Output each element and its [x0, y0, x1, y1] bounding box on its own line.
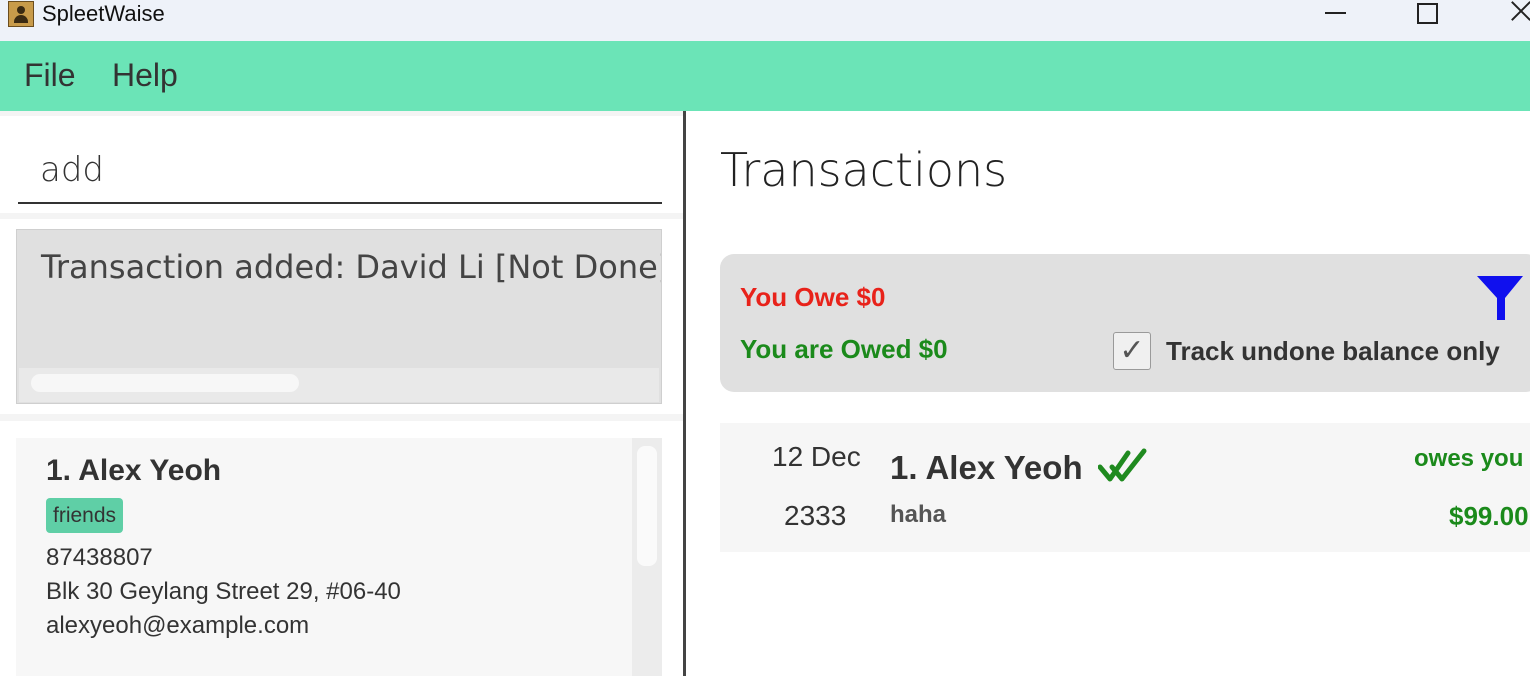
result-display-container: Transaction added: David Li [Not Done] (…	[0, 219, 683, 414]
person-list-scrollbar-thumb[interactable]	[637, 446, 657, 566]
left-pane: Transaction added: David Li [Not Done] (…	[0, 111, 683, 676]
command-input[interactable]	[18, 138, 662, 204]
result-display: Transaction added: David Li [Not Done] (…	[16, 229, 662, 404]
result-horizontal-scrollbar[interactable]	[19, 368, 659, 402]
close-button[interactable]	[1490, 0, 1530, 30]
you-owe-amount: You Owe $0	[740, 282, 886, 312]
minimize-button[interactable]	[1310, 0, 1360, 30]
transaction-date-day-month: 12 Dec	[772, 441, 861, 472]
transaction-person: 1. Alex Yeoh	[890, 449, 1083, 486]
transactions-pane: Transactions You Owe $0 You are Owed $0 …	[686, 111, 1530, 676]
balance-summary: You Owe $0 You are Owed $0 ✓ Track undon…	[720, 254, 1530, 392]
transaction-amount: $99.00	[1449, 501, 1529, 531]
window-title-bar: SpleetWaise	[0, 0, 1530, 41]
person-email: alexyeoh@example.com	[46, 612, 310, 639]
person-card[interactable]: 1. Alex Yeoh friends 87438807 Blk 30 Gey…	[16, 438, 632, 676]
menu-help[interactable]: Help	[112, 57, 178, 94]
transaction-card[interactable]: 12 Dec 2333 1. Alex Yeoh haha owes you $…	[720, 423, 1530, 552]
menu-file[interactable]: File	[24, 57, 76, 94]
menu-bar: File Help	[0, 41, 1530, 111]
command-box	[0, 116, 683, 213]
tag-badge: friends	[46, 498, 124, 533]
result-scrollbar-thumb[interactable]	[31, 374, 299, 392]
transaction-direction: owes you	[1414, 445, 1524, 472]
filter-icon[interactable]	[1475, 274, 1525, 322]
person-list: 1. Alex Yeoh friends 87438807 Blk 30 Gey…	[0, 421, 683, 676]
person-phone: 87438807	[46, 544, 153, 571]
transaction-description: haha	[890, 501, 947, 528]
result-message: Transaction added: David Li [Not Done] (…	[41, 248, 662, 286]
double-check-icon	[1098, 448, 1147, 482]
window-title: SpleetWaise	[42, 1, 165, 26]
contact-book-icon	[8, 1, 34, 27]
maximize-button[interactable]	[1400, 0, 1450, 30]
track-undone-checkbox[interactable]: ✓	[1113, 332, 1151, 370]
person-list-scrollbar[interactable]	[632, 438, 662, 676]
transaction-date-year: 2333	[784, 500, 847, 531]
you-are-owed-amount: You are Owed $0	[740, 334, 948, 364]
person-address: Blk 30 Geylang Street 29, #06-40	[46, 578, 401, 605]
transactions-title: Transactions	[720, 143, 1008, 197]
track-undone-label: Track undone balance only	[1166, 336, 1500, 366]
person-name: 1. Alex Yeoh	[46, 454, 222, 487]
